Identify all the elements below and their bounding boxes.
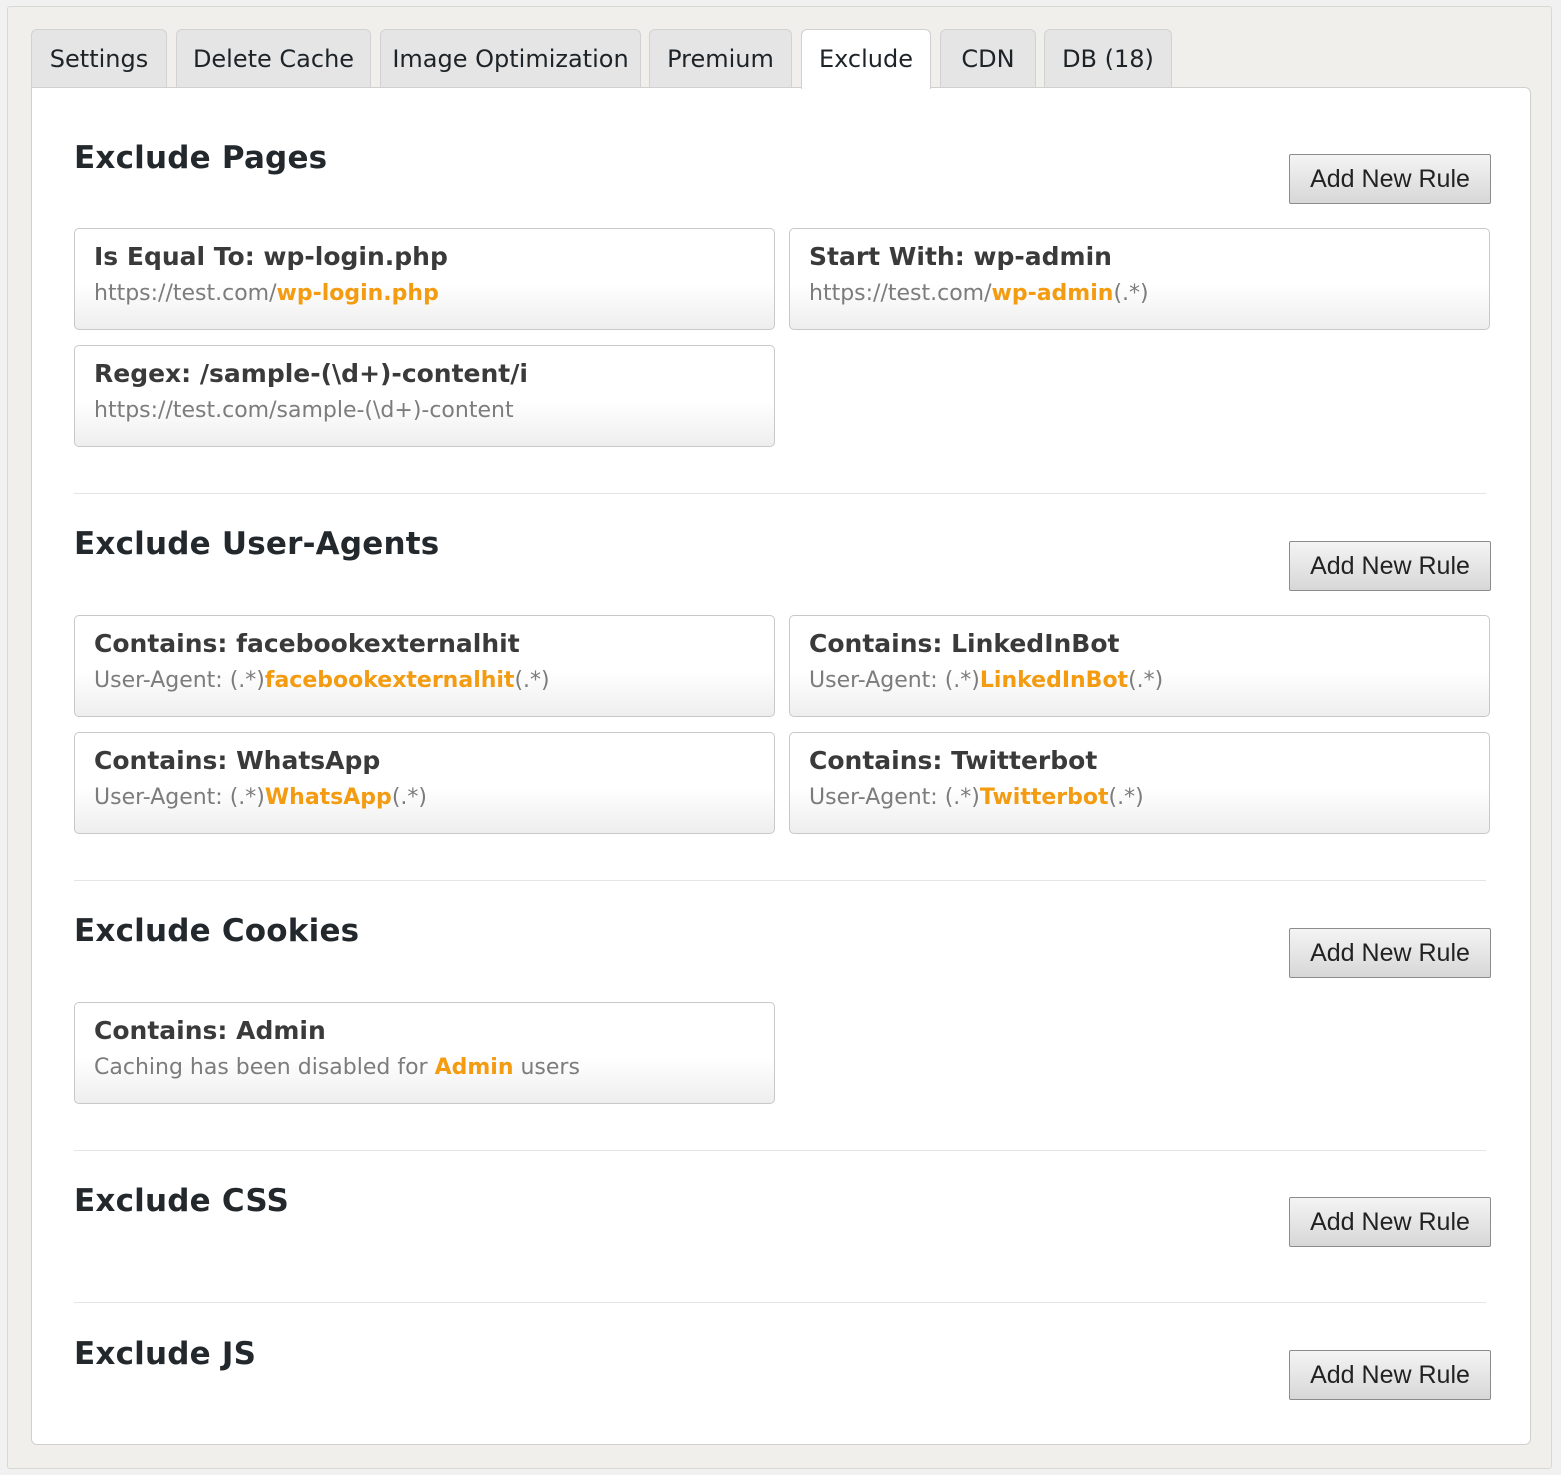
tab-delete-cache[interactable]: Delete Cache: [176, 29, 371, 87]
tab-settings[interactable]: Settings: [31, 29, 167, 87]
rule-card[interactable]: Regex: /sample-(\d+)-content/i https://t…: [74, 345, 775, 447]
add-rule-button-css[interactable]: Add New Rule: [1289, 1197, 1491, 1247]
add-rule-button-cookies[interactable]: Add New Rule: [1289, 928, 1491, 978]
rule-card[interactable]: Contains: Twitterbot User-Agent: (.*)Twi…: [789, 732, 1490, 834]
rule-description: Caching has been disabled for Admin user…: [94, 1055, 580, 1080]
exclude-panel: Exclude Pages Add New Rule Is Equal To: …: [31, 87, 1531, 1445]
rule-description: https://test.com/wp-admin(.*): [809, 281, 1149, 306]
rule-description: User-Agent: (.*)Twitterbot(.*): [809, 785, 1144, 810]
rule-title: Regex: /sample-(\d+)-content/i: [94, 359, 528, 388]
rule-title: Start With: wp-admin: [809, 242, 1112, 271]
rule-description: https://test.com/sample-(\d+)-content: [94, 398, 514, 423]
add-rule-button-pages[interactable]: Add New Rule: [1289, 154, 1491, 204]
rule-title: Contains: facebookexternalhit: [94, 629, 520, 658]
rule-card[interactable]: Contains: facebookexternalhit User-Agent…: [74, 615, 775, 717]
add-rule-button-user-agents[interactable]: Add New Rule: [1289, 541, 1491, 591]
add-rule-button-js[interactable]: Add New Rule: [1289, 1350, 1491, 1400]
rule-description: User-Agent: (.*)LinkedInBot(.*): [809, 668, 1164, 693]
section-title-exclude-js: Exclude JS: [74, 1336, 257, 1372]
rule-card[interactable]: Is Equal To: wp-login.php https://test.c…: [74, 228, 775, 330]
section-divider: [74, 493, 1486, 494]
rule-title: Is Equal To: wp-login.php: [94, 242, 448, 271]
section-divider: [74, 1302, 1486, 1303]
rule-title: Contains: Admin: [94, 1016, 326, 1045]
rule-description: https://test.com/wp-login.php: [94, 281, 439, 306]
tab-exclude[interactable]: Exclude: [801, 29, 931, 89]
section-title-exclude-css: Exclude CSS: [74, 1183, 290, 1219]
rule-description: User-Agent: (.*)WhatsApp(.*): [94, 785, 427, 810]
rule-card[interactable]: Start With: wp-admin https://test.com/wp…: [789, 228, 1490, 330]
rule-title: Contains: Twitterbot: [809, 746, 1098, 775]
rule-title: Contains: WhatsApp: [94, 746, 381, 775]
rule-card[interactable]: Contains: LinkedInBot User-Agent: (.*)Li…: [789, 615, 1490, 717]
section-divider: [74, 880, 1486, 881]
section-title-exclude-user-agents: Exclude User-Agents: [74, 526, 440, 562]
tab-cdn[interactable]: CDN: [940, 29, 1036, 87]
tab-db[interactable]: DB (18): [1044, 29, 1172, 87]
tab-premium[interactable]: Premium: [649, 29, 792, 87]
rule-card[interactable]: Contains: WhatsApp User-Agent: (.*)Whats…: [74, 732, 775, 834]
rule-title: Contains: LinkedInBot: [809, 629, 1120, 658]
rule-description: User-Agent: (.*)facebookexternalhit(.*): [94, 668, 550, 693]
section-title-exclude-cookies: Exclude Cookies: [74, 913, 360, 949]
section-divider: [74, 1150, 1486, 1151]
rule-card[interactable]: Contains: Admin Caching has been disable…: [74, 1002, 775, 1104]
section-title-exclude-pages: Exclude Pages: [74, 140, 328, 176]
tab-image-optimization[interactable]: Image Optimization: [380, 29, 641, 87]
